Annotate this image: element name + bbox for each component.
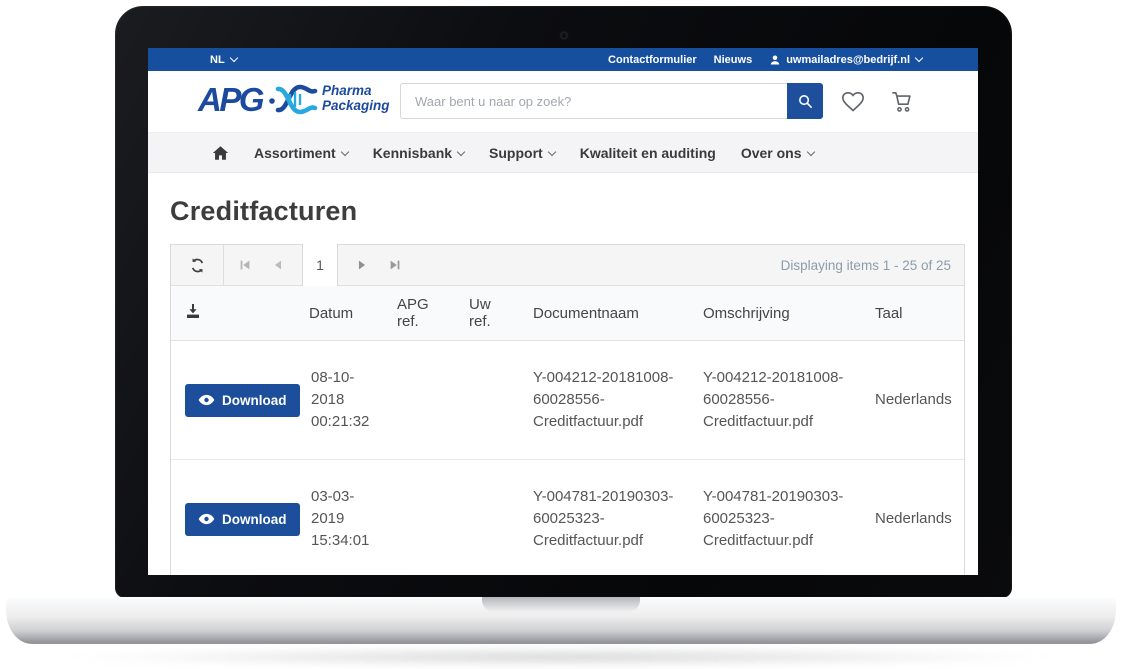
next-page-button[interactable] xyxy=(353,256,371,274)
search-input[interactable] xyxy=(400,83,787,119)
main-navbar: Assortiment Kennisbank Support Kwaliteit… xyxy=(148,132,978,173)
nav-label: Kwaliteit en auditing xyxy=(580,145,716,161)
last-page-button[interactable] xyxy=(386,256,404,274)
nav-label: Kennisbank xyxy=(373,145,452,161)
table-row: Download 08-10-2018 00:21:32 Y-004212-20… xyxy=(171,341,964,460)
webcam-dot xyxy=(560,32,567,39)
home-icon xyxy=(212,145,229,161)
dna-helix-icon xyxy=(268,80,318,118)
page-title: Creditfacturen xyxy=(170,196,963,227)
header-apg-ref[interactable]: APG ref. xyxy=(389,286,461,341)
laptop-mockup-stage: NL Contactformulier Nieuws uwmailadres@b… xyxy=(0,0,1122,669)
apg-logo[interactable]: APG Pharma Packaging xyxy=(198,80,390,118)
download-icon xyxy=(185,303,201,319)
chevron-down-icon xyxy=(457,147,465,155)
locale-label: NL xyxy=(210,54,225,66)
search-icon xyxy=(797,93,814,110)
download-button-label: Download xyxy=(222,512,287,527)
header-download xyxy=(171,286,301,341)
site-header: APG Pharma Packaging xyxy=(148,71,978,132)
eye-icon xyxy=(198,513,215,525)
search-bar xyxy=(400,83,823,119)
download-button-label: Download xyxy=(222,393,287,408)
first-page-icon xyxy=(238,258,252,272)
chevron-down-icon xyxy=(340,147,348,155)
account-menu[interactable]: uwmailadres@bedrijf.nl xyxy=(769,54,922,66)
download-button[interactable]: Download xyxy=(185,503,300,536)
cell-documentnaam: Y-004212-20181008-60028556-Creditfactuur… xyxy=(525,341,695,460)
prev-page-icon xyxy=(271,258,285,272)
nav-item-over-ons[interactable]: Over ons xyxy=(741,145,814,161)
logo-subtitle: Pharma Packaging xyxy=(322,84,390,113)
last-page-icon xyxy=(388,258,402,272)
documents-grid: Displaying items 1 - 25 of 25 xyxy=(170,244,965,575)
contact-link[interactable]: Contactformulier xyxy=(608,54,697,66)
cell-omschrijving: Y-004212-20181008-60028556-Creditfactuur… xyxy=(695,341,867,460)
laptop-lid-notch xyxy=(482,597,640,612)
browser-screen: NL Contactformulier Nieuws uwmailadres@b… xyxy=(148,48,978,575)
news-link[interactable]: Nieuws xyxy=(714,54,753,66)
chevron-down-icon xyxy=(547,147,555,155)
cell-taal: Nederlands xyxy=(867,460,964,576)
cell-omschrijving: Y-004781-20190303-60025323-Creditfactuur… xyxy=(695,460,867,576)
grid-toolbar: Displaying items 1 - 25 of 25 xyxy=(171,245,964,286)
cell-documentnaam: Y-004781-20190303-60025323-Creditfactuur… xyxy=(525,460,695,576)
eye-icon xyxy=(198,394,215,406)
chevron-down-icon xyxy=(915,54,923,62)
header-omschrijving[interactable]: Omschrijving xyxy=(695,286,867,341)
documents-table: Datum APG ref. Uw ref. Documentnaam Omsc… xyxy=(171,286,964,575)
locale-selector[interactable]: NL xyxy=(210,54,237,66)
cell-uw-ref xyxy=(461,341,525,460)
user-icon xyxy=(769,54,781,66)
laptop-base xyxy=(6,597,1116,644)
chevron-down-icon xyxy=(806,147,814,155)
nav-item-support[interactable]: Support xyxy=(489,145,555,161)
nav-label: Support xyxy=(489,145,543,161)
cell-datum: 03-03-2019 15:34:01 xyxy=(301,460,389,576)
cart-icon xyxy=(888,89,914,114)
account-email: uwmailadres@bedrijf.nl xyxy=(786,54,910,66)
table-row: Download 03-03-2019 15:34:01 Y-004781-20… xyxy=(171,460,964,576)
cell-apg-ref xyxy=(389,460,461,576)
nav-item-assortiment[interactable]: Assortiment xyxy=(254,145,348,161)
prev-page-button[interactable] xyxy=(269,256,287,274)
page-content: Creditfacturen xyxy=(148,173,978,575)
utility-topbar: NL Contactformulier Nieuws uwmailadres@b… xyxy=(148,48,978,71)
nav-home[interactable] xyxy=(212,145,229,161)
table-header-row: Datum APG ref. Uw ref. Documentnaam Omsc… xyxy=(171,286,964,341)
download-button[interactable]: Download xyxy=(185,384,300,417)
first-page-button[interactable] xyxy=(236,256,254,274)
cart-button[interactable] xyxy=(888,89,914,119)
refresh-icon xyxy=(189,257,206,274)
logo-wordmark: APG xyxy=(198,83,262,116)
wishlist-button[interactable] xyxy=(840,89,866,118)
header-datum[interactable]: Datum xyxy=(301,286,389,341)
pager-status: Displaying items 1 - 25 of 25 xyxy=(781,258,964,273)
cell-uw-ref xyxy=(461,460,525,576)
laptop-reflection xyxy=(70,648,1052,666)
next-page-icon xyxy=(355,258,369,272)
header-documentnaam[interactable]: Documentnaam xyxy=(525,286,695,341)
nav-label: Over ons xyxy=(741,145,802,161)
header-uw-ref[interactable]: Uw ref. xyxy=(461,286,525,341)
search-button[interactable] xyxy=(787,83,823,119)
chevron-down-icon xyxy=(229,54,237,62)
cell-taal: Nederlands xyxy=(867,341,964,460)
nav-item-kwaliteit[interactable]: Kwaliteit en auditing xyxy=(580,145,716,161)
refresh-button[interactable] xyxy=(171,245,224,285)
nav-item-kennisbank[interactable]: Kennisbank xyxy=(373,145,464,161)
header-taal[interactable]: Taal xyxy=(867,286,964,341)
heart-icon xyxy=(840,89,866,113)
cell-apg-ref xyxy=(389,341,461,460)
cell-datum: 08-10-2018 00:21:32 xyxy=(301,341,389,460)
page-number-input[interactable] xyxy=(302,244,338,286)
grid-pager xyxy=(224,245,404,285)
nav-label: Assortiment xyxy=(254,145,336,161)
